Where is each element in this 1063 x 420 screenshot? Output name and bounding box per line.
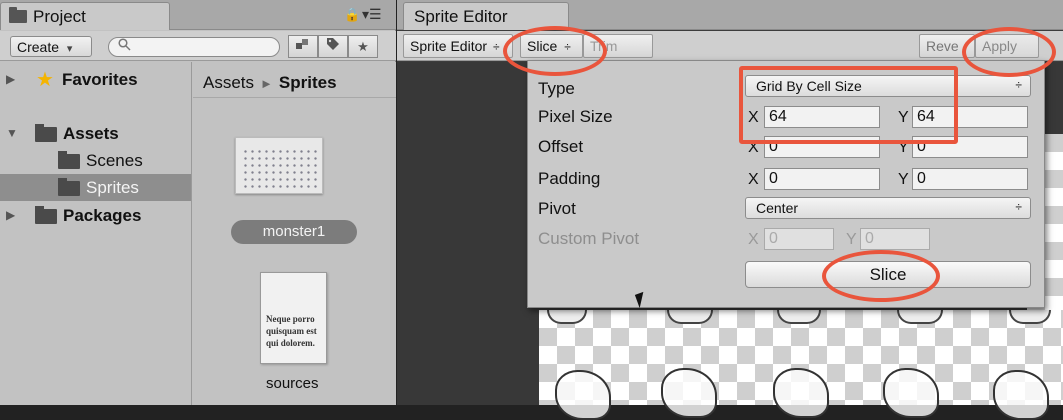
sprite-outline bbox=[1009, 310, 1051, 324]
tree-item-packages[interactable]: ▶ Packages bbox=[0, 202, 191, 229]
custom-pivot-label: Custom Pivot bbox=[538, 229, 640, 248]
pixel-size-label: Pixel Size bbox=[538, 107, 613, 126]
tree-item-scenes[interactable]: Scenes bbox=[0, 147, 191, 174]
editor-mode-dropdown[interactable]: Sprite Editor ÷ bbox=[403, 34, 513, 58]
padding-x-label: X bbox=[748, 171, 759, 188]
custom-pivot-x-field: 0 bbox=[764, 228, 834, 250]
project-tab[interactable]: Project bbox=[0, 2, 170, 30]
custom-pivot-x-label: X bbox=[748, 231, 759, 248]
tree-item-assets[interactable]: ▼ Assets bbox=[0, 120, 191, 147]
custom-pivot-y-field: 0 bbox=[860, 228, 930, 250]
updown-arrows-icon: ÷ bbox=[1015, 78, 1022, 92]
collapse-arrow-icon[interactable]: ▼ bbox=[6, 126, 18, 140]
annotation-box-type-pixel-size bbox=[739, 66, 958, 144]
updown-arrows-icon: ÷ bbox=[1015, 200, 1022, 214]
editor-mode-label: Sprite Editor bbox=[410, 38, 488, 54]
pivot-label: Pivot bbox=[538, 199, 576, 218]
folder-icon bbox=[35, 124, 57, 142]
breadcrumb: Assets ► Sprites bbox=[193, 62, 396, 98]
sprite-outline bbox=[667, 310, 713, 324]
tree-label-assets: Assets bbox=[63, 124, 119, 143]
tree-label-sprites: Sprites bbox=[86, 178, 139, 197]
tree-label-scenes: Scenes bbox=[86, 151, 143, 170]
pivot-dropdown[interactable]: Center ÷ bbox=[745, 197, 1031, 219]
sprite-editor-tab-bar: Sprite Editor bbox=[397, 0, 1063, 30]
annotation-circle-slice-button bbox=[822, 250, 940, 302]
sprite-outline bbox=[897, 310, 943, 324]
annotation-circle-slice-menu bbox=[503, 26, 607, 76]
sprite-outline bbox=[777, 310, 821, 324]
document-preview-text: Neque porro quisquam est qui dolorem. bbox=[266, 314, 317, 348]
monster-sprite bbox=[555, 370, 611, 420]
asset-browser: Assets ► Sprites monster1 Neque porro quis… bbox=[193, 62, 396, 405]
expand-arrow-icon[interactable]: ▶ bbox=[6, 72, 15, 86]
search-input[interactable] bbox=[108, 37, 280, 57]
favorites-star-icon: ★ bbox=[36, 69, 54, 91]
offset-label: Offset bbox=[538, 137, 584, 156]
breadcrumb-separator-icon: ► bbox=[260, 76, 273, 91]
folder-icon bbox=[58, 178, 80, 196]
annotation-circle-apply bbox=[962, 27, 1056, 77]
tag-icon bbox=[326, 38, 340, 54]
custom-pivot-y-label: Y bbox=[846, 231, 857, 248]
breadcrumb-current[interactable]: Sprites bbox=[279, 73, 337, 92]
sprite-editor-panel: Sprite Editor Sprite Editor ÷ Slice ÷ Tr… bbox=[397, 0, 1063, 420]
breadcrumb-root[interactable]: Assets bbox=[203, 73, 254, 92]
padding-y-label: Y bbox=[898, 171, 909, 188]
folder-tree: ▶ ★ Favorites ▼ Assets Scenes Sprites ▶ … bbox=[0, 62, 192, 405]
asset-name-sources[interactable]: sources bbox=[266, 375, 319, 392]
folder-icon bbox=[9, 7, 27, 23]
star-icon: ★ bbox=[357, 39, 369, 54]
panel-menu-icon[interactable]: ▾☰ bbox=[362, 6, 382, 23]
favorite-filter-button[interactable]: ★ bbox=[348, 35, 378, 58]
monster-sprite bbox=[661, 368, 717, 418]
pivot-value: Center bbox=[756, 200, 799, 216]
tree-label-favorites: Favorites bbox=[62, 70, 138, 89]
filter-by-label-button[interactable] bbox=[288, 35, 318, 58]
create-button[interactable]: Create ▾ bbox=[10, 36, 92, 57]
create-button-label: Create bbox=[17, 39, 60, 55]
checkerboard-background bbox=[539, 310, 1063, 420]
project-tab-title: Project bbox=[33, 7, 86, 26]
expand-arrow-icon[interactable]: ▶ bbox=[6, 208, 15, 222]
updown-arrows-icon: ÷ bbox=[492, 40, 500, 54]
chevron-down-icon: ▾ bbox=[66, 43, 73, 55]
monster-sprite bbox=[773, 368, 829, 418]
type-label: Type bbox=[538, 79, 575, 98]
unity-editor-window: Project 🔒 ▾☰ Create ▾ ★ ▶ ★ Favorites ▼ … bbox=[0, 0, 1063, 420]
padding-x-field[interactable]: 0 bbox=[764, 168, 880, 190]
project-panel: Project 🔒 ▾☰ Create ▾ ★ ▶ ★ Favorites ▼ … bbox=[0, 0, 396, 405]
sprite-outline bbox=[547, 310, 587, 324]
sprite-grid-preview bbox=[242, 148, 318, 188]
project-tab-bar: Project 🔒 ▾☰ bbox=[0, 0, 396, 30]
padding-label: Padding bbox=[538, 169, 601, 188]
filter-by-type-button[interactable] bbox=[318, 35, 348, 58]
label-icon bbox=[295, 39, 311, 54]
asset-name-monster1[interactable]: monster1 bbox=[231, 220, 357, 244]
lock-icon[interactable]: 🔒 bbox=[344, 7, 360, 23]
folder-icon bbox=[35, 206, 57, 224]
padding-y-field[interactable]: 0 bbox=[912, 168, 1028, 190]
search-icon bbox=[118, 38, 131, 54]
sprite-sheet-thumbnail[interactable] bbox=[235, 137, 323, 194]
document-icon[interactable]: Neque porro quisquam est qui dolorem. bbox=[260, 272, 327, 364]
tree-label-packages: Packages bbox=[63, 206, 142, 225]
project-toolbar: Create ▾ ★ bbox=[0, 31, 396, 61]
monster-sprite bbox=[883, 368, 939, 418]
monster-sprite bbox=[993, 370, 1049, 420]
tree-item-sprites[interactable]: Sprites bbox=[0, 174, 191, 201]
folder-icon bbox=[58, 151, 80, 169]
tree-item-favorites[interactable]: ▶ ★ Favorites bbox=[0, 66, 191, 93]
